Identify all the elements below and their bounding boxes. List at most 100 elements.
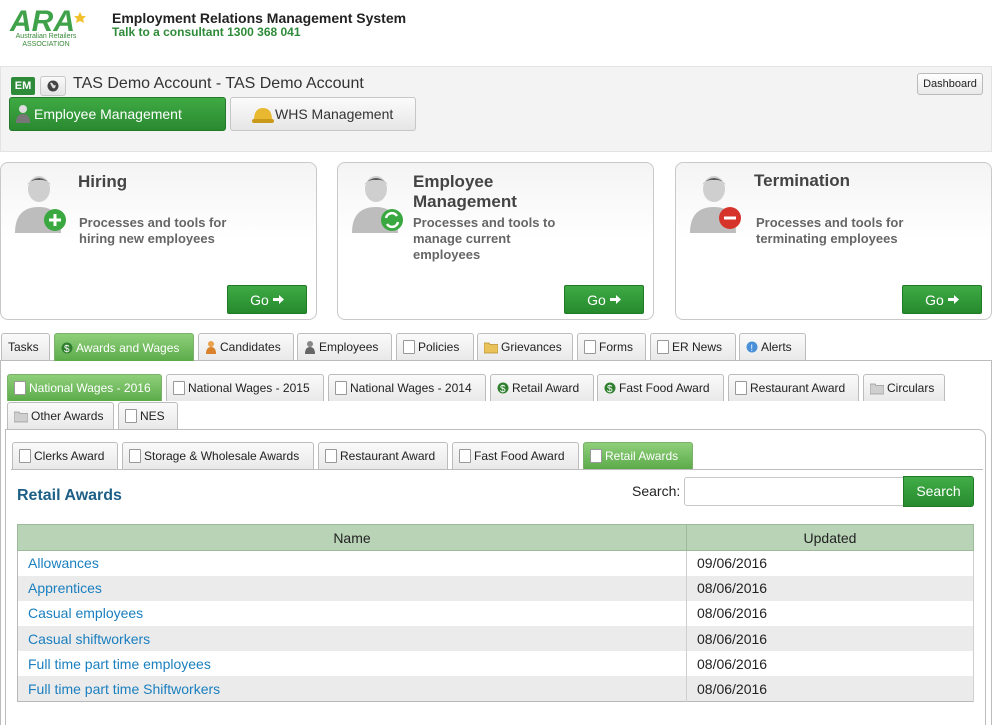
tab-label: Alerts — [761, 340, 792, 354]
alert-icon: ! — [746, 341, 758, 353]
document-icon — [657, 340, 669, 354]
arrow-right-icon — [947, 295, 959, 304]
whs-management-module-button[interactable]: WHS Management — [230, 97, 416, 131]
search-label: Search: — [632, 483, 681, 499]
search-input[interactable] — [684, 477, 904, 506]
tab-label: Other Awards — [31, 409, 104, 423]
tab-label: NES — [140, 409, 165, 423]
tab-label: Restaurant Award — [340, 449, 436, 463]
awardtab-storage-wholesale[interactable]: Storage & Wholesale Awards — [122, 442, 314, 469]
person-add-icon — [15, 176, 66, 233]
folder-icon — [484, 342, 498, 354]
tab-label: Storage & Wholesale Awards — [144, 449, 300, 463]
awardtab-restaurant-award[interactable]: Restaurant Award — [318, 442, 448, 469]
hiring-go-button[interactable]: Go — [227, 285, 307, 314]
go-label: Go — [587, 291, 606, 308]
tab-label: Awards and Wages — [76, 340, 180, 355]
tab-label: ER News — [672, 340, 723, 354]
tab-label: Fast Food Award — [474, 449, 565, 463]
tab-label: Candidates — [220, 340, 281, 354]
dashboard-button[interactable]: Dashboard — [917, 73, 983, 95]
card-description: Processes and tools for hiring new emplo… — [79, 215, 227, 246]
card-description: Processes and tools for terminating empl… — [756, 215, 904, 246]
awardtab-retail-awards[interactable]: Retail Awards — [583, 442, 693, 469]
tab-tasks[interactable]: Tasks — [1, 333, 50, 360]
subtab-fast-food-award[interactable]: $ Fast Food Award — [597, 374, 724, 401]
employee-management-card: Employee Management Processes and tools … — [337, 162, 654, 320]
document-icon — [14, 381, 26, 395]
tab-awards-and-wages[interactable]: $ Awards and Wages — [54, 333, 194, 361]
tab-policies[interactable]: Policies — [396, 333, 474, 360]
tab-label: Forms — [599, 340, 633, 354]
card-title: Hiring — [78, 172, 128, 191]
candidate-icon — [206, 341, 216, 354]
table-row: Apprentices 08/06/2016 — [17, 575, 974, 601]
tab-candidates[interactable]: Candidates — [198, 333, 294, 360]
account-bar: EM TAS Demo Account - TAS Demo Account D… — [0, 66, 992, 152]
tab-label: Retail Award — [512, 381, 580, 395]
termination-card: Termination Processes and tools for term… — [675, 162, 992, 320]
award-link[interactable]: Apprentices — [17, 575, 687, 601]
tab-alerts[interactable]: ! Alerts — [739, 333, 806, 360]
money-icon: $ — [497, 382, 509, 395]
subtab-national-wages-2016[interactable]: National Wages - 2016 — [7, 374, 162, 401]
employee-management-module-button[interactable]: Employee Management — [9, 97, 226, 131]
tab-er-news[interactable]: ER News — [650, 333, 736, 360]
table-row: Allowances 09/06/2016 — [17, 550, 974, 576]
document-icon — [19, 449, 31, 463]
ara-logo[interactable]: ARA Australian Retailers ASSOCIATION — [8, 4, 92, 50]
app-header: ARA Australian Retailers ASSOCIATION Emp… — [0, 0, 998, 62]
subtab-national-wages-2015[interactable]: National Wages - 2015 — [166, 374, 324, 401]
module-label: WHS Management — [275, 106, 394, 122]
document-icon — [173, 381, 185, 395]
document-icon — [735, 381, 747, 395]
arrow-right-icon — [609, 295, 621, 304]
em-badge[interactable]: EM — [11, 77, 35, 95]
updated-date: 08/06/2016 — [686, 575, 974, 601]
table-row: Full time part time Shiftworkers 08/06/2… — [17, 676, 974, 702]
tab-grievances[interactable]: Grievances — [477, 333, 573, 360]
document-icon — [590, 449, 602, 463]
subtab-nes[interactable]: NES — [118, 402, 178, 429]
tab-forms[interactable]: Forms — [577, 333, 646, 360]
tab-label: Tasks — [8, 340, 39, 354]
employee-management-go-button[interactable]: Go — [564, 285, 644, 314]
document-icon — [335, 381, 347, 395]
column-header-updated[interactable]: Updated — [686, 524, 974, 551]
award-link[interactable]: Full time part time employees — [17, 651, 687, 677]
termination-go-button[interactable]: Go — [902, 285, 982, 314]
arrow-right-icon — [272, 295, 284, 304]
tab-employees[interactable]: Employees — [297, 333, 392, 360]
person-remove-icon — [690, 176, 741, 233]
employee-icon — [305, 341, 315, 354]
person-icon — [16, 105, 30, 123]
subtab-circulars[interactable]: Circulars — [863, 374, 945, 401]
awardtab-clerks-award[interactable]: Clerks Award — [12, 442, 118, 469]
globe-button[interactable] — [40, 76, 66, 96]
subtab-other-awards[interactable]: Other Awards — [7, 402, 114, 429]
column-header-name[interactable]: Name — [17, 524, 687, 551]
consultant-phone: Talk to a consultant 1300 368 041 — [112, 25, 301, 39]
subtab-restaurant-award[interactable]: Restaurant Award — [728, 374, 859, 401]
search-button[interactable]: Search — [903, 476, 974, 507]
table-row: Full time part time employees 08/06/2016 — [17, 651, 974, 677]
award-link[interactable]: Casual employees — [17, 600, 687, 627]
tab-label: Fast Food Award — [619, 381, 710, 395]
subtab-retail-award[interactable]: $ Retail Award — [490, 374, 594, 401]
awardtab-fast-food-award[interactable]: Fast Food Award — [452, 442, 579, 469]
folder-icon — [14, 411, 28, 423]
tab-label: Restaurant Award — [750, 381, 846, 395]
system-title: Employment Relations Management System — [112, 10, 407, 26]
table-header-row: Name Updated — [17, 524, 974, 551]
award-link[interactable]: Allowances — [17, 550, 687, 576]
card-description: Processes and tools to manage current em… — [413, 215, 556, 262]
document-icon — [129, 449, 141, 463]
award-link[interactable]: Casual shiftworkers — [17, 626, 687, 652]
subtab-national-wages-2014[interactable]: National Wages - 2014 — [328, 374, 486, 401]
award-link[interactable]: Full time part time Shiftworkers — [17, 676, 687, 702]
svg-text:!: ! — [751, 343, 754, 353]
updated-date: 09/06/2016 — [686, 550, 974, 576]
updated-date: 08/06/2016 — [686, 676, 974, 702]
updated-date: 08/06/2016 — [686, 651, 974, 677]
table-row: Casual shiftworkers 08/06/2016 — [17, 626, 974, 652]
